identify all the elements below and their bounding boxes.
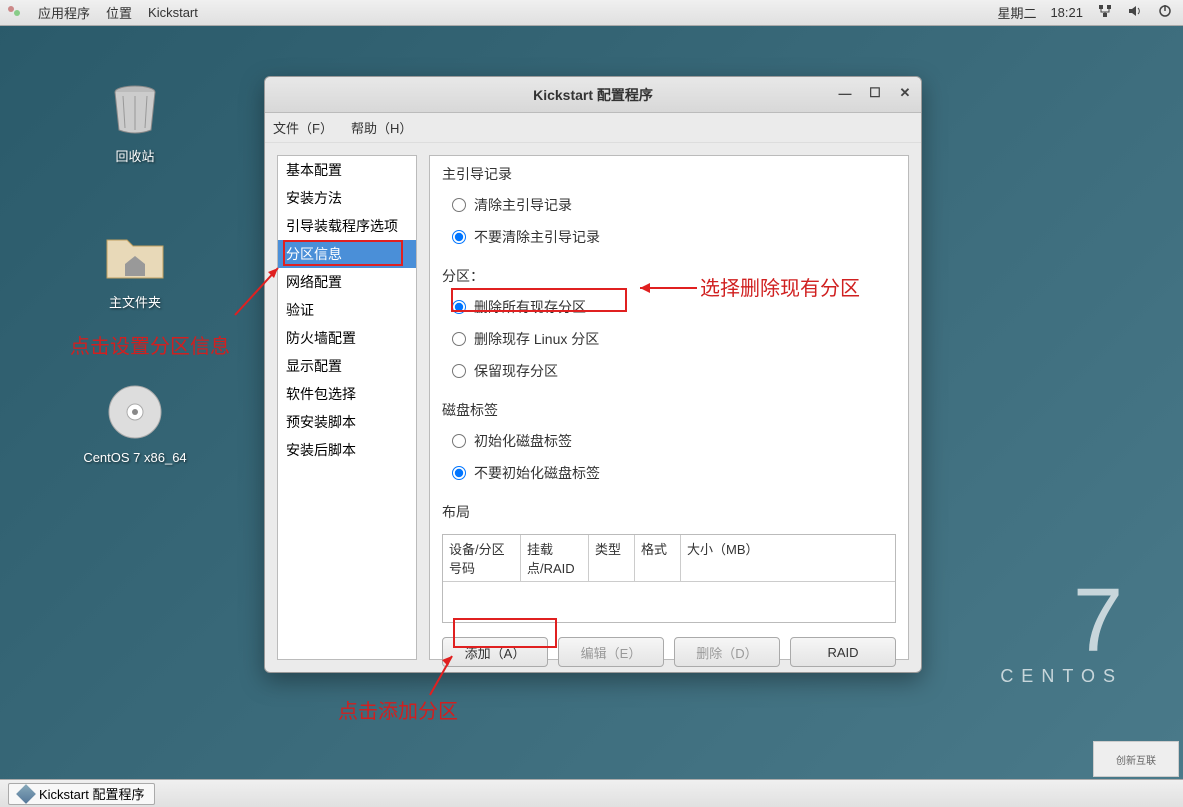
disc-icon <box>103 380 167 444</box>
sidebar-item-auth[interactable]: 验证 <box>278 296 416 324</box>
sidebar-item-prescript[interactable]: 预安装脚本 <box>278 408 416 436</box>
radio-mbr-clear[interactable]: 清除主引导记录 <box>442 192 896 218</box>
menu-places[interactable]: 位置 <box>106 3 132 22</box>
desktop-icon-trash[interactable]: 回收站 <box>90 76 180 165</box>
main-panel: 主引导记录 清除主引导记录 不要清除主引导记录 分区： 删除所有现存分区 删除现… <box>429 155 909 660</box>
clock-day: 星期二 <box>997 3 1036 22</box>
anno-text-bottom: 点击添加分区 <box>338 695 458 724</box>
titlebar[interactable]: Kickstart 配置程序 — ☐ ✕ <box>265 77 921 113</box>
folder-home-icon <box>103 222 167 286</box>
arrow-bottom-icon <box>420 650 460 700</box>
disklabel-group-label: 磁盘标签 <box>442 400 896 420</box>
desktop-icon-home[interactable]: 主文件夹 <box>90 222 180 311</box>
watermark: 创新互联 <box>1093 741 1179 777</box>
sidebar-item-packages[interactable]: 软件包选择 <box>278 380 416 408</box>
col-device[interactable]: 设备/分区号码 <box>443 535 521 581</box>
sidebar-item-install[interactable]: 安装方法 <box>278 184 416 212</box>
sidebar-item-postscript[interactable]: 安装后脚本 <box>278 436 416 464</box>
sidebar-item-partition[interactable]: 分区信息 <box>278 240 416 268</box>
network-icon[interactable] <box>1097 3 1113 22</box>
sidebar-item-bootloader[interactable]: 引导装载程序选项 <box>278 212 416 240</box>
footprints-icon <box>6 3 22 22</box>
desktop-icon-disc[interactable]: CentOS 7 x86_64 <box>80 380 190 465</box>
radio-disk-noinit[interactable]: 不要初始化磁盘标签 <box>442 460 896 486</box>
sidebar-item-display[interactable]: 显示配置 <box>278 352 416 380</box>
sidebar-item-firewall[interactable]: 防火墙配置 <box>278 324 416 352</box>
edit-button[interactable]: 编辑（E） <box>558 637 664 667</box>
sidebar-item-basic[interactable]: 基本配置 <box>278 156 416 184</box>
radio-mbr-keep[interactable]: 不要清除主引导记录 <box>442 224 896 250</box>
desktop-label: 回收站 <box>90 146 180 165</box>
anno-text-left: 点击设置分区信息 <box>70 330 230 359</box>
power-icon[interactable] <box>1157 3 1173 22</box>
arrow-left-icon <box>230 260 290 320</box>
clock-time: 18:21 <box>1050 5 1083 20</box>
delete-button[interactable]: 删除（D） <box>674 637 780 667</box>
volume-icon[interactable] <box>1127 3 1143 22</box>
arrow-right-icon <box>632 278 702 298</box>
table-body[interactable] <box>443 582 895 622</box>
radio-part-keep[interactable]: 保留现存分区 <box>442 358 896 384</box>
radio-part-remove-linux[interactable]: 删除现存 Linux 分区 <box>442 326 896 352</box>
menu-file[interactable]: 文件（F） <box>273 118 333 137</box>
layout-group-label: 布局 <box>442 502 896 522</box>
kickstart-window: Kickstart 配置程序 — ☐ ✕ 文件（F） 帮助（H） 基本配置 安装… <box>264 76 922 673</box>
layout-table: 设备/分区号码 挂载点/RAID 类型 格式 大小（MB） <box>442 534 896 623</box>
menu-help[interactable]: 帮助（H） <box>351 118 412 137</box>
task-item-kickstart[interactable]: Kickstart 配置程序 <box>8 783 155 805</box>
desktop-label: CentOS 7 x86_64 <box>80 450 190 465</box>
maximize-icon[interactable]: ☐ <box>867 85 883 101</box>
close-icon[interactable]: ✕ <box>897 85 913 101</box>
sidebar: 基本配置 安装方法 引导装载程序选项 分区信息 网络配置 验证 防火墙配置 显示… <box>277 155 417 660</box>
radio-disk-init[interactable]: 初始化磁盘标签 <box>442 428 896 454</box>
menu-applications[interactable]: 应用程序 <box>38 3 90 22</box>
top-panel: 应用程序 位置 Kickstart 星期二 18:21 <box>0 0 1183 26</box>
col-size[interactable]: 大小（MB） <box>681 535 895 581</box>
menubar: 文件（F） 帮助（H） <box>265 113 921 143</box>
anno-text-right: 选择删除现有分区 <box>700 272 860 301</box>
centos-logo: 7 CENTOS <box>1000 576 1123 687</box>
kickstart-icon <box>16 784 36 804</box>
col-mount[interactable]: 挂载点/RAID <box>521 535 589 581</box>
menu-kickstart[interactable]: Kickstart <box>148 5 198 20</box>
taskbar: Kickstart 配置程序 <box>0 779 1183 807</box>
col-type[interactable]: 类型 <box>589 535 635 581</box>
raid-button[interactable]: RAID <box>790 637 896 667</box>
window-title: Kickstart 配置程序 <box>533 85 653 105</box>
trash-icon <box>103 76 167 140</box>
sidebar-item-network[interactable]: 网络配置 <box>278 268 416 296</box>
desktop-label: 主文件夹 <box>90 292 180 311</box>
col-format[interactable]: 格式 <box>635 535 681 581</box>
mbr-group-label: 主引导记录 <box>442 164 896 184</box>
minimize-icon[interactable]: — <box>837 85 853 101</box>
